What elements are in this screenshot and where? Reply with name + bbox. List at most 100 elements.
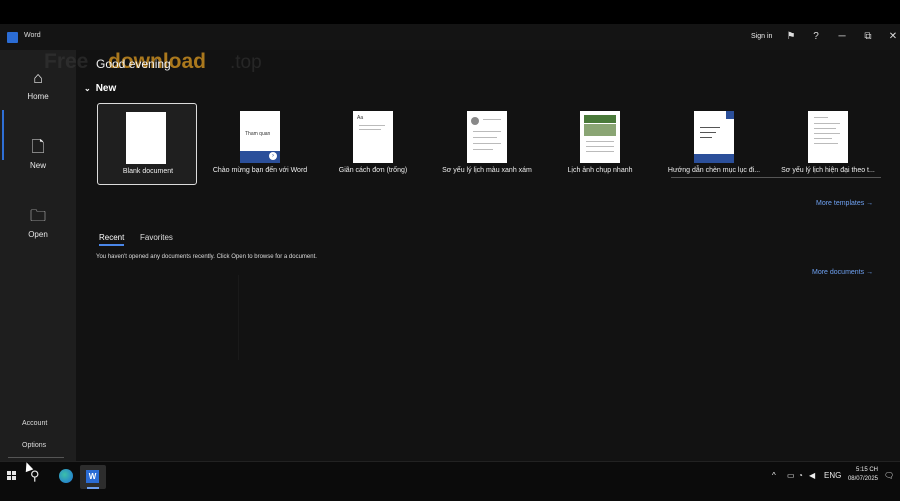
template-welcome[interactable]: Tham quan › Chào mừng bạn đến với Word: [210, 103, 310, 185]
chevron-down-icon: ⌄: [84, 84, 91, 93]
wifi-icon[interactable]: ◔: [798, 471, 803, 480]
template-name: Giãn cách đơn (trống): [338, 167, 408, 174]
thumbnail-line: [586, 146, 614, 147]
divider: [238, 275, 239, 360]
tray-chevron-icon[interactable]: ^: [772, 471, 776, 480]
close-icon[interactable]: ✕: [886, 30, 900, 44]
active-indicator: [87, 487, 99, 489]
template-thumbnail: [808, 111, 848, 163]
top-black-bar: [0, 0, 900, 24]
new-document-icon: 🗋: [31, 139, 45, 156]
new-section-heading[interactable]: ⌄ New: [84, 83, 116, 94]
app-name: Word: [24, 32, 41, 39]
arrow-right-icon: ›: [269, 152, 277, 160]
search-icon[interactable]: ⚲: [30, 468, 40, 484]
thumbnail-text: Aa: [357, 115, 364, 121]
thumbnail-line: [359, 129, 381, 130]
thumbnail-photo: [584, 124, 616, 136]
thumbnail-line: [700, 127, 720, 128]
volume-icon[interactable]: ◀: [809, 471, 815, 480]
tab-favorites[interactable]: Favorites: [140, 233, 173, 242]
clock-time: 5:15 CH: [855, 467, 878, 473]
template-thumbnail: [580, 111, 620, 163]
thumbnail-line: [586, 151, 614, 152]
sidebar-item-label: Home: [27, 92, 49, 101]
templates-scrollbar[interactable]: [671, 177, 881, 178]
template-blank-document[interactable]: Blank document: [97, 103, 197, 185]
thumbnail-line: [814, 128, 836, 129]
sidebar-item-label: Open: [28, 230, 48, 239]
thumbnail-photo: [471, 117, 479, 125]
thumbnail-line: [483, 119, 501, 120]
word-icon: W: [86, 470, 99, 483]
thumbnail-line: [814, 143, 838, 144]
greeting: Good evening: [96, 57, 171, 71]
home-pane: Free download .top Good evening ⌄ New Bla…: [44, 50, 900, 461]
sidebar-item-home[interactable]: ⌂ Home: [0, 70, 76, 101]
thumbnail-line: [700, 137, 712, 138]
template-thumbnail: Tham quan ›: [240, 111, 280, 163]
sidebar: ⌂ Home 🗋 New 🗀 Open Account Options: [0, 50, 76, 461]
taskbar: ⚲ W ^ ▭ ◔ ◀ ENG 5:15 CH 08/07/2025 🗨: [0, 461, 900, 501]
template-thumbnail: Aa: [353, 111, 393, 163]
language-indicator[interactable]: ENG: [824, 471, 841, 480]
new-heading-label: New: [95, 83, 117, 94]
thumbnail-line: [473, 143, 501, 144]
options-link[interactable]: Options: [22, 442, 46, 449]
windows-start-icon[interactable]: [7, 471, 17, 481]
template-name: Lịch ảnh chụp nhanh: [567, 167, 633, 174]
feedback-icon[interactable]: ⚑: [784, 30, 798, 44]
template-modern-resume[interactable]: Sơ yếu lý lịch hiện đại theo t...: [778, 103, 878, 185]
template-name: Sơ yếu lý lịch màu xanh xám: [442, 167, 532, 174]
tab-recent[interactable]: Recent: [99, 233, 125, 246]
sidebar-item-label: New: [29, 161, 46, 170]
thumbnail-corner: [726, 111, 734, 119]
thumbnail-line: [700, 132, 716, 133]
thumbnail-line: [814, 123, 840, 124]
restore-icon[interactable]: ⧉: [861, 30, 875, 44]
word-taskbar-button[interactable]: W: [80, 465, 106, 489]
template-thumbnail: [694, 111, 734, 163]
thumbnail-line: [473, 137, 497, 138]
folder-icon: 🗀: [29, 208, 46, 225]
template-name: Blank document: [122, 168, 174, 175]
thumbnail-text: Tham quan: [245, 131, 271, 137]
notification-icon[interactable]: 🗨: [884, 471, 894, 480]
template-snapshot-calendar[interactable]: Lịch ảnh chụp nhanh: [550, 103, 650, 185]
thumbnail-line: [359, 125, 385, 126]
sidebar-divider: [8, 457, 64, 458]
thumbnail-line: [814, 138, 832, 139]
watermark-prefix: Free: [44, 50, 89, 73]
thumbnail-band: [694, 154, 734, 163]
template-name: Chào mừng bạn đến với Word: [212, 167, 308, 174]
thumbnail-line: [473, 131, 501, 132]
template-thumbnail: [467, 111, 507, 163]
template-thumbnail: [126, 112, 166, 164]
template-name: Hướng dẫn chèn mục lục đi...: [667, 167, 761, 174]
sidebar-item-open[interactable]: 🗀 Open: [0, 208, 76, 239]
title-bar: Word Sign in ⚑ ? ─ ⧉ ✕: [0, 24, 900, 50]
thumbnail-line: [586, 141, 614, 142]
template-single-spaced[interactable]: Aa Giãn cách đơn (trống): [323, 103, 423, 185]
clock-date: 08/07/2025: [847, 476, 878, 482]
watermark-suffix: .top: [230, 52, 262, 73]
more-templates-link[interactable]: More templates →: [816, 200, 873, 207]
word-app-icon: [7, 32, 18, 43]
minimize-icon[interactable]: ─: [835, 30, 849, 44]
account-link[interactable]: Account: [22, 420, 47, 427]
clock[interactable]: 5:15 CH 08/07/2025: [842, 466, 878, 484]
template-name: Sơ yếu lý lịch hiện đại theo t...: [781, 167, 875, 174]
more-documents-link[interactable]: More documents →: [812, 269, 873, 276]
thumbnail-header: [584, 115, 616, 123]
edge-browser-icon[interactable]: [59, 469, 73, 483]
thumbnail-line: [473, 149, 493, 150]
thumbnail-line: [814, 133, 840, 134]
empty-recent-message: You haven't opened any documents recentl…: [96, 254, 317, 260]
network-icon[interactable]: ▭: [787, 471, 795, 480]
sidebar-item-new[interactable]: 🗋 New: [0, 139, 76, 170]
thumbnail-line: [814, 117, 828, 118]
help-icon[interactable]: ?: [809, 30, 823, 44]
template-toc-guide[interactable]: Hướng dẫn chèn mục lục đi...: [664, 103, 764, 185]
template-resume-blue-gray[interactable]: Sơ yếu lý lịch màu xanh xám: [437, 103, 537, 185]
sign-in-link[interactable]: Sign in: [751, 33, 772, 40]
